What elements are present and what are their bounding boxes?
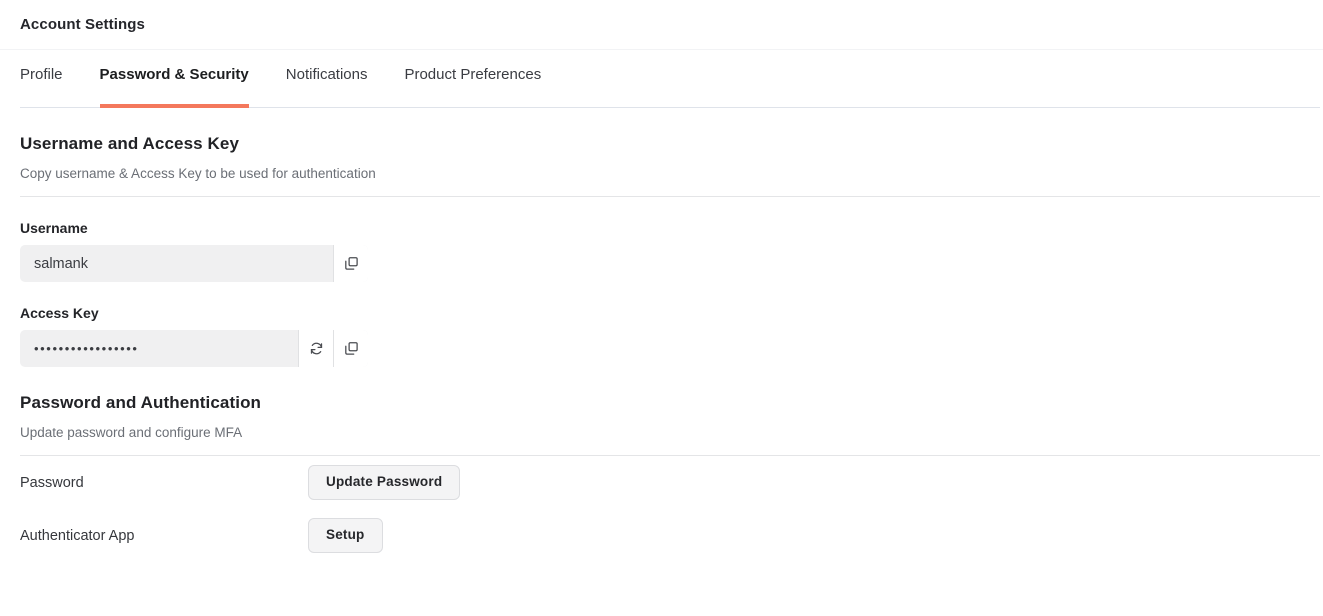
- authenticator-app-label: Authenticator App: [20, 527, 135, 544]
- section-password-authentication: Password and Authentication Update passw…: [20, 367, 1320, 562]
- password-label: Password: [20, 474, 84, 491]
- section-subtitle-authentication: Update password and configure MFA: [20, 425, 243, 440]
- page-title: Account Settings: [20, 16, 145, 33]
- username-label: Username: [20, 220, 88, 236]
- tab-profile[interactable]: Profile: [20, 50, 63, 108]
- tab-product-preferences[interactable]: Product Preferences: [404, 50, 541, 108]
- account-settings-page: Account Settings Profile Password & Secu…: [0, 0, 1323, 616]
- access-key-input-group: •••••••••••••••••: [20, 330, 368, 367]
- page-header: Account Settings: [0, 0, 1323, 50]
- row-password: Password Update Password: [20, 456, 1320, 509]
- username-field-group: Username salmank: [20, 220, 1320, 282]
- setup-authenticator-button[interactable]: Setup: [308, 518, 383, 553]
- copy-username-button[interactable]: [333, 245, 368, 282]
- access-key-input[interactable]: •••••••••••••••••: [20, 330, 298, 367]
- section-divider: [20, 196, 1320, 197]
- update-password-button[interactable]: Update Password: [308, 465, 461, 500]
- regenerate-access-key-button[interactable]: [298, 330, 333, 367]
- username-input[interactable]: salmank: [20, 245, 333, 282]
- copy-icon: [343, 340, 360, 357]
- section-title-authentication: Password and Authentication: [20, 393, 262, 412]
- copy-access-key-button[interactable]: [333, 330, 368, 367]
- section-subtitle-credentials: Copy username & Access Key to be used fo…: [20, 166, 376, 181]
- tab-password-security[interactable]: Password & Security: [99, 50, 249, 108]
- refresh-icon: [308, 340, 325, 357]
- section-username-access-key: Username and Access Key Copy username & …: [20, 108, 1320, 367]
- access-key-label: Access Key: [20, 305, 99, 321]
- tab-bar: Profile Password & Security Notification…: [0, 50, 1323, 108]
- username-input-group: salmank: [20, 245, 368, 282]
- row-authenticator-app: Authenticator App Setup: [20, 509, 1320, 562]
- section-title-credentials: Username and Access Key: [20, 134, 240, 153]
- copy-icon: [343, 255, 360, 272]
- settings-content: Username and Access Key Copy username & …: [0, 108, 1323, 562]
- tab-notifications[interactable]: Notifications: [286, 50, 368, 108]
- access-key-field-group: Access Key •••••••••••••••••: [20, 305, 1320, 367]
